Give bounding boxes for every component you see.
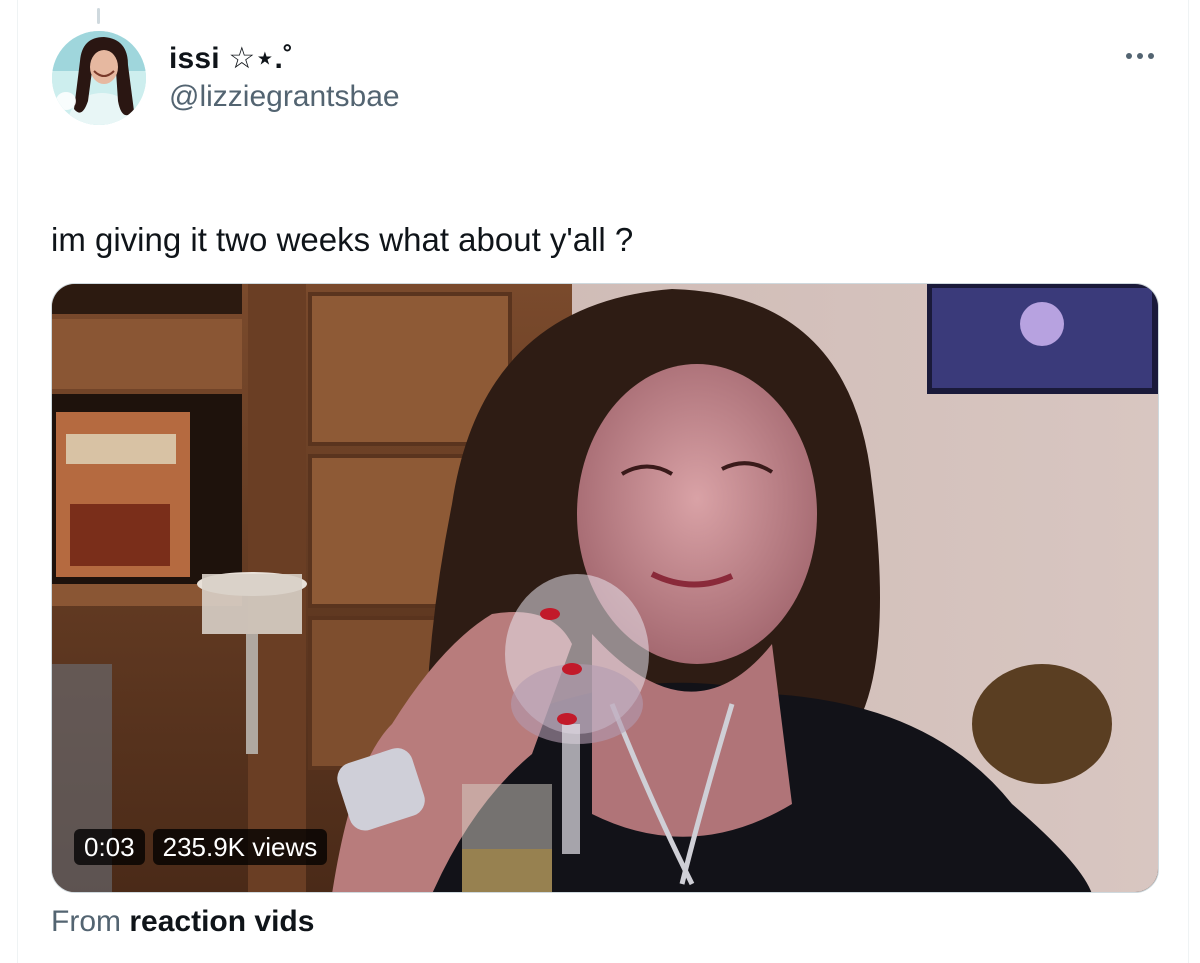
video-views: 235.9K views [152, 829, 328, 865]
display-name[interactable]: issi ☆⋆.˚ [169, 42, 293, 76]
video-duration: 0:03 [74, 829, 145, 865]
more-dot [1148, 53, 1154, 59]
video-player[interactable]: 0:03 235.9K views [51, 283, 1159, 893]
tweet-card: issi ☆⋆.˚ @lizziegrantsbae im giving it … [17, 0, 1189, 963]
video-thumbnail [52, 284, 1158, 892]
thread-line [97, 8, 100, 24]
avatar-image [52, 31, 146, 125]
more-dot [1137, 53, 1143, 59]
source-prefix: From [51, 905, 121, 938]
avatar[interactable] [52, 31, 146, 125]
more-dot [1126, 53, 1132, 59]
user-handle[interactable]: @lizziegrantsbae [169, 80, 400, 114]
more-horizontal-icon[interactable] [1118, 40, 1162, 72]
tweet-text: im giving it two weeks what about y'all … [51, 221, 634, 258]
media-source: From reaction vids [51, 903, 314, 941]
video-overlay: 0:03 235.9K views [74, 829, 328, 865]
source-link[interactable]: reaction vids [129, 905, 314, 938]
